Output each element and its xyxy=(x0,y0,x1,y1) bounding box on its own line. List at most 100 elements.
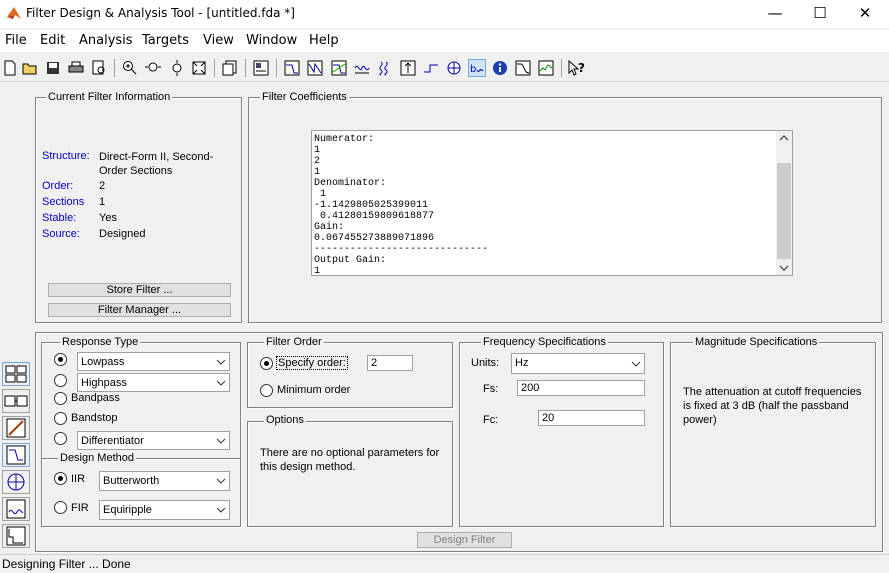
store-filter-button[interactable]: Store Filter ... xyxy=(48,283,231,297)
zoom-in-icon[interactable] xyxy=(121,59,139,77)
fir-label: FIR xyxy=(71,502,89,514)
menu-view[interactable]: View xyxy=(203,33,234,48)
sidebar-design-filter[interactable] xyxy=(2,443,30,467)
new-icon[interactable] xyxy=(1,59,19,77)
units-value: Hz xyxy=(515,357,529,369)
zoom-x-icon[interactable] xyxy=(144,59,162,77)
save-icon[interactable] xyxy=(44,59,62,77)
bandpass-label: Bandpass xyxy=(71,392,120,404)
fir-radio[interactable] xyxy=(54,501,67,514)
pole-zero-icon[interactable] xyxy=(445,59,463,77)
sidebar-transform-filter[interactable] xyxy=(2,362,30,386)
order-input[interactable]: 2 xyxy=(367,355,413,371)
fc-input[interactable]: 20 xyxy=(538,410,645,426)
information-icon[interactable] xyxy=(491,59,509,77)
fs-label: Fs: xyxy=(483,383,499,395)
fir-method-select[interactable]: Equiripple xyxy=(99,500,230,520)
menu-analysis[interactable]: Analysis xyxy=(79,33,133,48)
specify-order-label: Specify order: xyxy=(276,356,348,370)
minimum-order-radio[interactable] xyxy=(260,384,273,397)
maximize-button[interactable]: ☐ xyxy=(800,3,840,25)
magnitude-spec-title: Magnitude Specifications xyxy=(693,336,820,348)
menu-file[interactable]: File xyxy=(5,33,27,48)
sidebar-import-filter[interactable] xyxy=(2,497,30,521)
current-filter-title: Current Filter Information xyxy=(46,91,173,103)
filter-manager-button[interactable]: Filter Manager ... xyxy=(48,303,231,317)
magnitude-spec-text: The attenuation at cutoff frequencies is… xyxy=(683,386,862,426)
scroll-down-icon[interactable] xyxy=(779,264,789,272)
open-icon[interactable] xyxy=(21,59,39,77)
design-filter-button[interactable]: Design Filter xyxy=(417,532,512,548)
frequency-spec-title: Frequency Specifications xyxy=(481,336,608,348)
bandstop-radio[interactable] xyxy=(54,412,67,425)
scrollbar-thumb[interactable] xyxy=(777,163,791,259)
menu-targets[interactable]: Targets xyxy=(142,33,189,48)
minimum-order-label: Minimum order xyxy=(277,384,351,396)
coefficients-text[interactable]: Numerator: 1 2 1 Denominator: 1 -1.14298… xyxy=(311,130,793,276)
structure-label: Structure: xyxy=(42,150,90,162)
magnitude-response-icon[interactable] xyxy=(283,59,301,77)
coefficients-scrollbar[interactable] xyxy=(776,131,792,275)
filter-order-title: Filter Order xyxy=(264,336,324,348)
close-button[interactable]: ✕ xyxy=(845,3,885,25)
iir-radio[interactable] xyxy=(54,472,67,485)
response-type-title: Response Type xyxy=(60,336,141,348)
step-response-icon[interactable] xyxy=(422,59,440,77)
menu-window[interactable]: Window xyxy=(246,33,297,48)
menu-edit[interactable]: Edit xyxy=(40,33,65,48)
design-panel-icon[interactable] xyxy=(252,59,270,77)
highpass-radio[interactable] xyxy=(54,374,67,387)
phase-delay-icon[interactable] xyxy=(376,59,394,77)
magnitude-phase-icon[interactable] xyxy=(330,59,348,77)
toolbar-separator xyxy=(276,59,277,77)
fc-label: Fc: xyxy=(483,414,499,426)
fs-input[interactable]: 200 xyxy=(517,380,645,396)
structure-value: Direct-Form II, Second-Order Sections xyxy=(99,151,214,177)
scroll-up-icon[interactable] xyxy=(779,134,789,142)
sidebar-realize-model[interactable] xyxy=(2,416,30,440)
group-delay-icon[interactable] xyxy=(353,59,371,77)
order-value: 2 xyxy=(99,180,106,192)
whats-this-icon[interactable]: ? xyxy=(568,59,586,77)
coefficients-icon[interactable]: b xyxy=(468,59,486,77)
lowpass-select[interactable]: Lowpass xyxy=(77,352,230,371)
sections-value: 1 xyxy=(99,196,106,208)
multirate-icon xyxy=(4,395,28,407)
zoom-y-icon[interactable] xyxy=(168,59,186,77)
highpass-select[interactable]: Highpass xyxy=(77,373,230,392)
round-off-noise-icon[interactable] xyxy=(537,59,555,77)
print-preview-icon[interactable] xyxy=(90,59,108,77)
magnitude-estimate-icon[interactable] xyxy=(514,59,532,77)
chevron-down-icon xyxy=(213,374,229,391)
iir-method-select[interactable]: Butterworth xyxy=(99,471,230,491)
differentiator-select[interactable]: Differentiator xyxy=(77,431,230,450)
title-bar: Filter Design & Analysis Tool - [untitle… xyxy=(0,0,889,28)
lowpass-radio[interactable] xyxy=(54,353,67,366)
sidebar-pole-zero-editor[interactable] xyxy=(2,470,30,494)
differentiator-radio[interactable] xyxy=(54,432,67,445)
options-title: Options xyxy=(264,414,306,426)
chevron-down-icon xyxy=(628,354,644,373)
window-title: Filter Design & Analysis Tool - [untitle… xyxy=(26,6,295,20)
print-icon[interactable] xyxy=(67,59,85,77)
matlab-icon xyxy=(7,7,21,19)
units-select[interactable]: Hz xyxy=(511,353,645,374)
specify-order-radio[interactable] xyxy=(260,357,273,370)
sidebar-quantize[interactable] xyxy=(2,524,30,548)
minimize-button[interactable]: — xyxy=(755,3,795,25)
phase-response-icon[interactable] xyxy=(306,59,324,77)
iir-label: IIR xyxy=(71,473,86,485)
bandpass-radio[interactable] xyxy=(54,392,67,405)
impulse-response-icon[interactable] xyxy=(399,59,417,77)
order-label: Order: xyxy=(42,180,74,192)
toolbar-separator xyxy=(561,59,562,77)
sidebar-multirate[interactable] xyxy=(2,389,30,413)
import-filter-icon xyxy=(6,499,26,519)
chevron-down-icon xyxy=(213,501,229,519)
iir-method-value: Butterworth xyxy=(103,475,160,487)
fir-method-value: Equiripple xyxy=(103,504,152,516)
menu-help[interactable]: Help xyxy=(309,33,339,48)
full-view-icon[interactable] xyxy=(190,59,208,77)
new-figure-icon[interactable] xyxy=(221,59,239,77)
status-text: Designing Filter ... Done xyxy=(2,557,131,571)
